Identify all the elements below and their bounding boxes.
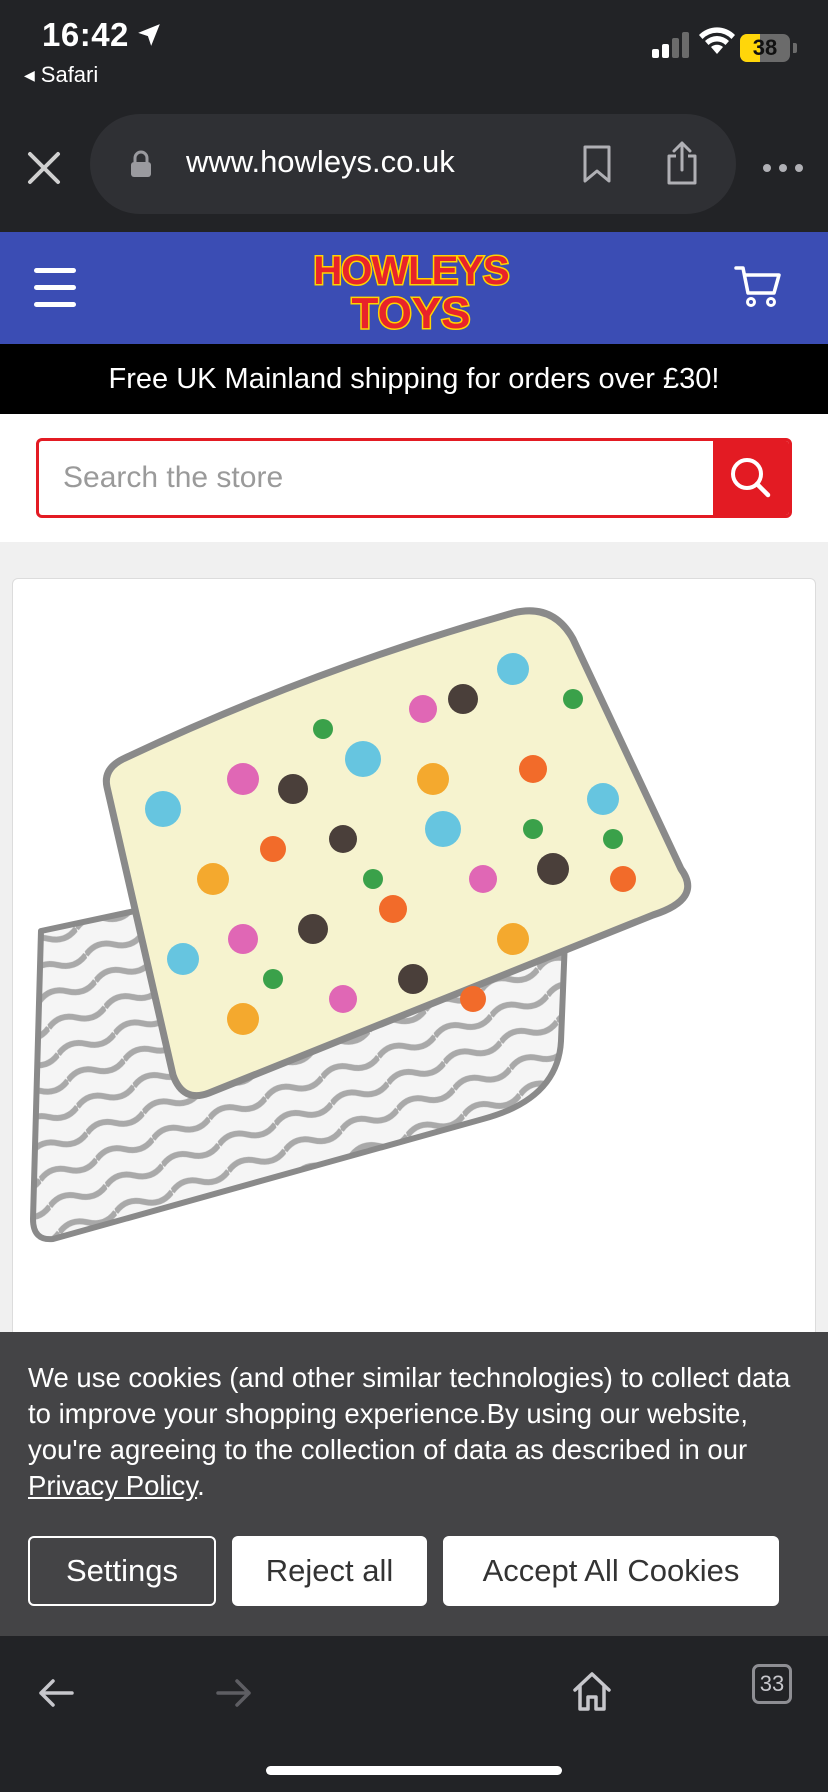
logo-line1: HOWLEYS: [313, 249, 509, 293]
product-card: [12, 578, 816, 1338]
browser-address-row: www.howleys.co.uk: [0, 108, 828, 232]
forward-arrow-icon[interactable]: [214, 1676, 254, 1710]
privacy-policy-link[interactable]: Privacy Policy: [28, 1470, 197, 1501]
home-indicator: [266, 1766, 562, 1775]
lock-icon: [131, 150, 151, 177]
search-section: [0, 414, 828, 542]
search-button[interactable]: [713, 441, 789, 515]
search-icon: [731, 458, 771, 498]
cookie-settings-button[interactable]: Settings: [28, 1536, 216, 1606]
search-input[interactable]: [39, 441, 713, 515]
cookie-text: We use cookies (and other similar techno…: [28, 1362, 791, 1465]
back-arrow-icon[interactable]: [36, 1676, 76, 1710]
logo-line2: TOYS: [351, 289, 470, 336]
back-app-label: Safari: [40, 62, 99, 87]
address-bar[interactable]: www.howleys.co.uk: [90, 114, 736, 214]
menu-icon[interactable]: [34, 268, 76, 308]
back-to-app[interactable]: ◀ Safari: [24, 62, 98, 88]
bookmark-icon[interactable]: [580, 144, 614, 184]
product-image-playmat[interactable]: [13, 579, 816, 1338]
battery-percentage: 38: [752, 35, 778, 60]
shipping-banner: Free UK Mainland shipping for orders ove…: [0, 344, 828, 414]
battery-cap: [793, 43, 797, 53]
search-box: [36, 438, 792, 518]
battery-icon: 38: [740, 34, 790, 62]
location-arrow-icon: [138, 24, 160, 46]
howleys-toys-logo[interactable]: HOWLEYS TOYS: [284, 242, 538, 337]
url-text: www.howleys.co.uk: [186, 144, 455, 179]
status-bar: 16:42 ◀ Safari 38: [0, 0, 828, 108]
cookie-message: We use cookies (and other similar techno…: [28, 1360, 798, 1504]
close-icon[interactable]: [22, 146, 66, 190]
cellular-signal-icon: [652, 30, 692, 58]
cookie-trailing: .: [197, 1470, 205, 1501]
home-icon[interactable]: [572, 1670, 612, 1712]
accept-all-cookies-button[interactable]: Accept All Cookies: [443, 1536, 779, 1606]
cookie-banner: We use cookies (and other similar techno…: [0, 1332, 828, 1636]
share-icon[interactable]: [664, 140, 700, 186]
wifi-icon: [699, 27, 735, 54]
back-triangle-icon: ◀: [24, 67, 35, 83]
status-time: 16:42: [42, 16, 129, 53]
tabs-count-button[interactable]: 33: [752, 1664, 792, 1704]
cart-icon[interactable]: [734, 262, 782, 310]
site-header: HOWLEYS TOYS: [0, 232, 828, 344]
more-icon[interactable]: [762, 160, 804, 176]
reject-all-button[interactable]: Reject all: [232, 1536, 427, 1606]
